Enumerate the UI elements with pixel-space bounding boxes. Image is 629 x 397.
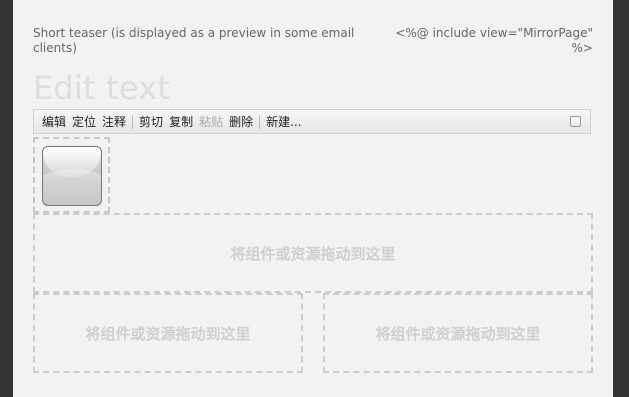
editor-page: Short teaser (is displayed as a preview … <box>13 0 613 397</box>
include-directive: <%@ include view="MirrorPage" %> <box>395 26 593 55</box>
drop-zone-left[interactable]: 将组件或资源拖动到这里 <box>33 293 303 373</box>
delete-button[interactable]: 删除 <box>226 113 256 130</box>
page-header: Short teaser (is displayed as a preview … <box>33 26 593 58</box>
image-component[interactable] <box>33 137 110 213</box>
drop-zone-main[interactable]: 将组件或资源拖动到这里 <box>33 213 593 293</box>
copy-button[interactable]: 复制 <box>166 113 196 130</box>
toolbar-separator <box>259 114 261 129</box>
teaser-text: Short teaser (is displayed as a preview … <box>33 26 355 55</box>
edit-button[interactable]: 编辑 <box>39 113 69 130</box>
drop-zone-label: 将组件或资源拖动到这里 <box>230 244 396 263</box>
annotate-button[interactable]: 注释 <box>99 113 129 130</box>
page-title: Edit text <box>33 69 171 107</box>
drop-zone-label: 将组件或资源拖动到这里 <box>85 324 251 343</box>
drop-zone-right[interactable]: 将组件或资源拖动到这里 <box>323 293 593 373</box>
paste-button[interactable]: 粘贴 <box>196 113 226 130</box>
drop-zone-label: 将组件或资源拖动到这里 <box>375 324 541 343</box>
image-component-icon <box>42 146 102 206</box>
checkbox-icon[interactable] <box>570 116 581 127</box>
new-button[interactable]: 新建... <box>263 113 304 130</box>
edit-toolbar: 编辑 定位 注释 剪切 复制 粘贴 删除 新建... <box>33 109 591 134</box>
locate-button[interactable]: 定位 <box>69 113 99 130</box>
toolbar-separator <box>132 114 134 129</box>
cut-button[interactable]: 剪切 <box>136 113 166 130</box>
